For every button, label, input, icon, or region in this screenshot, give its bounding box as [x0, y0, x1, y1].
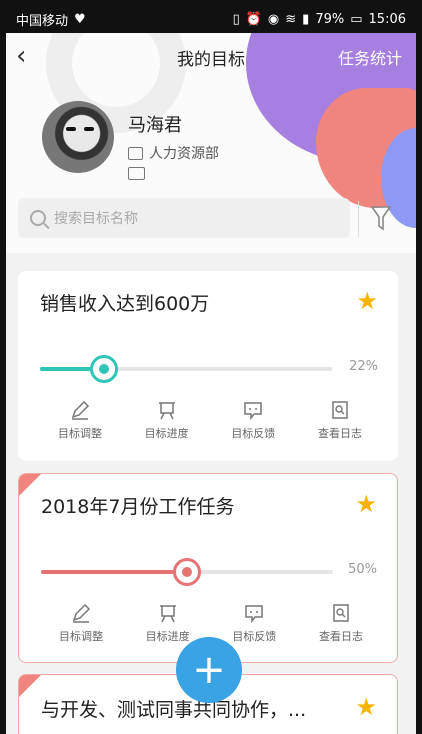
wifi-icon: ≋ [285, 11, 297, 27]
tag-corner [19, 474, 41, 496]
action-label: 查看日志 [318, 630, 363, 643]
goal-feedback-button[interactable]: 目标反馈 [213, 399, 293, 441]
profile-header: ‹ 我的目标 任务统计 马海君 人力资源部 搜索目标名称 [6, 33, 416, 253]
goal-title: 销售收入达到600万 [40, 293, 210, 315]
heart-icon: ♥ [74, 11, 86, 27]
goal-progress-button[interactable]: 目标进度 [128, 602, 208, 644]
progress-track [40, 355, 332, 383]
avatar[interactable] [42, 101, 114, 173]
star-icon[interactable]: ★ [356, 289, 378, 313]
adjust-goal-button[interactable]: 目标调整 [40, 399, 120, 441]
nav-bar: ‹ 我的目标 任务统计 [6, 33, 416, 79]
search-placeholder: 搜索目标名称 [54, 211, 138, 227]
action-label: 目标进度 [145, 630, 190, 643]
department-label: 人力资源部 [149, 146, 219, 162]
feedback-icon [244, 402, 263, 421]
briefcase-icon [128, 146, 143, 160]
goal-feedback-button[interactable]: 目标反馈 [214, 602, 294, 644]
app-screen: ‹ 我的目标 任务统计 马海君 人力资源部 搜索目标名称 销售收入达到600万 … [6, 33, 416, 734]
action-label: 目标反馈 [232, 630, 277, 643]
progress-handle[interactable] [173, 558, 201, 586]
progress-track [41, 558, 333, 586]
status-bar: 中国移动 ♥ ▯ ⏰ ◉ ≋ ▮ 79% ▭ 15:06 [6, 5, 416, 33]
progress-fill [41, 570, 187, 574]
progress-percent: 50% [348, 562, 377, 577]
signal-icon: ▮ [302, 11, 310, 27]
action-label: 目标调整 [59, 630, 103, 643]
add-goal-button[interactable]: + [176, 637, 242, 703]
carrier-label: 中国移动 [16, 13, 69, 29]
edit-icon [72, 603, 91, 623]
battery-percent: 79% [315, 11, 345, 27]
eye-icon: ◉ [267, 11, 280, 27]
user-name: 马海君 [128, 115, 182, 136]
battery-icon: ▭ [350, 11, 363, 27]
adjust-goal-button[interactable]: 目标调整 [41, 602, 121, 644]
search-icon [30, 210, 46, 226]
task-stats-link[interactable]: 任务统计 [338, 45, 402, 69]
progress-handle[interactable] [90, 355, 119, 383]
goal-actions: 目标调整 目标进度 目标反馈 查看日志 [40, 399, 380, 441]
star-icon[interactable]: ★ [355, 695, 377, 719]
edit-icon [71, 400, 90, 420]
goal-card[interactable]: 2018年7月份工作任务 ★ 50% 目标调整 目标进度 目标反馈 查看日志 [18, 473, 398, 663]
easel-icon [159, 605, 176, 623]
action-label: 目标进度 [144, 427, 189, 440]
search-input[interactable]: 搜索目标名称 [18, 198, 350, 238]
log-search-icon [332, 401, 348, 419]
alarm-icon: ⏰ [245, 11, 262, 27]
goal-title: 2018年7月份工作任务 [41, 496, 235, 518]
star-icon[interactable]: ★ [355, 492, 377, 516]
tag-corner [19, 675, 41, 697]
log-search-icon [333, 604, 349, 622]
id-card-icon[interactable] [128, 167, 145, 180]
goal-title: 与开发、测试同事共同协作，... [41, 699, 307, 721]
department-row: 人力资源部 [128, 143, 219, 163]
progress-percent: 22% [349, 359, 378, 374]
phone-frame: 中国移动 ♥ ▯ ⏰ ◉ ≋ ▮ 79% ▭ 15:06 ‹ 我的目标 任务统计 [0, 0, 422, 734]
view-log-button[interactable]: 查看日志 [300, 399, 380, 441]
action-label: 目标调整 [58, 427, 102, 440]
clock: 15:06 [368, 11, 406, 27]
easel-icon [158, 402, 175, 420]
action-label: 查看日志 [317, 427, 362, 440]
view-log-button[interactable]: 查看日志 [301, 602, 381, 644]
action-label: 目标反馈 [231, 427, 276, 440]
filter-button[interactable] [358, 201, 398, 237]
vibrate-icon: ▯ [232, 11, 240, 27]
goal-card[interactable]: 销售收入达到600万 ★ 22% 目标调整 目标进度 目标反馈 查看日志 [18, 271, 398, 461]
filter-icon [371, 206, 391, 231]
feedback-icon [245, 605, 264, 624]
goal-progress-button[interactable]: 目标进度 [127, 399, 207, 441]
